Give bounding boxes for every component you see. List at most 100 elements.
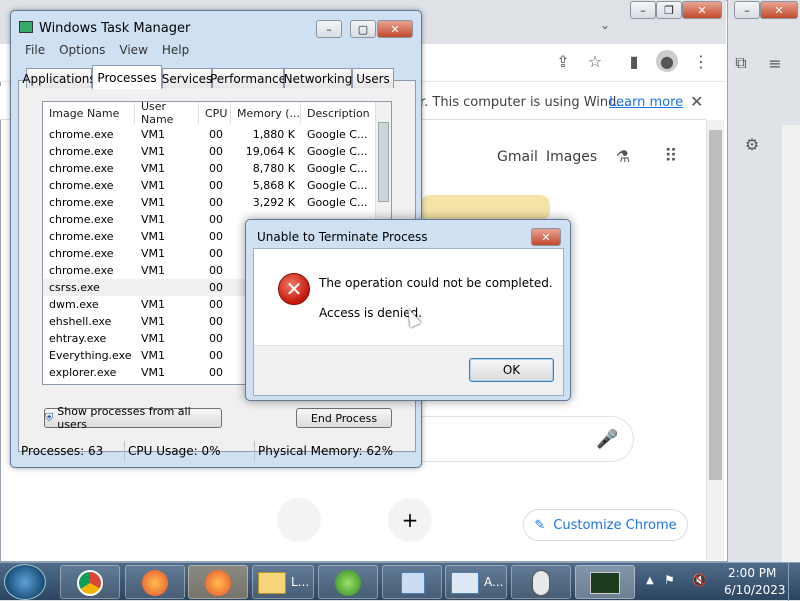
action-center-icon[interactable]: ⚑: [664, 573, 675, 587]
show-desktop-button[interactable]: [788, 563, 800, 601]
customize-chrome-button[interactable]: ✎ Customize Chrome: [523, 509, 688, 541]
profile-icon[interactable]: ●: [656, 50, 678, 72]
process-list-scroll-thumb[interactable]: [378, 122, 389, 202]
chrome-minimize-button[interactable]: –: [630, 1, 656, 19]
settings-icon[interactable]: ⚙: [741, 133, 763, 155]
cell-cpu: 00: [209, 213, 223, 226]
show-all-processes-button[interactable]: ⛨ Show processes from all users: [44, 405, 222, 431]
table-row[interactable]: chrome.exe VM1 00 1,880 K Google C...: [43, 126, 375, 143]
col-image-name[interactable]: Image Name: [43, 102, 135, 124]
task-manager-title: Windows Task Manager: [39, 21, 191, 36]
cell-name: chrome.exe: [49, 213, 114, 226]
extensions-icon[interactable]: ⧉: [730, 52, 752, 74]
cell-cpu: 00: [209, 332, 223, 345]
folder-icon: [258, 572, 286, 594]
col-user-name[interactable]: User Name: [135, 100, 199, 126]
images-link[interactable]: Images: [546, 149, 597, 165]
taskbar-explorer-item[interactable]: L...: [252, 565, 314, 599]
col-cpu[interactable]: CPU: [199, 102, 231, 124]
tab-users[interactable]: Users: [352, 68, 394, 88]
taskbar-firefox-icon[interactable]: [125, 565, 185, 599]
table-row[interactable]: chrome.exe VM1 00 5,868 K Google C...: [43, 177, 375, 194]
minimize-button-2[interactable]: –: [734, 1, 760, 19]
table-row[interactable]: chrome.exe VM1 00 3,292 K Google C...: [43, 194, 375, 211]
dialog-close-button[interactable]: ✕: [531, 228, 561, 246]
col-description[interactable]: Description: [301, 102, 375, 124]
cell-cpu: 00: [209, 281, 223, 294]
close-button-2[interactable]: ✕: [760, 1, 798, 19]
cell-cpu: 00: [209, 230, 223, 243]
tm-menubar: File Options View Help: [25, 43, 189, 57]
add-shortcut-plus-icon[interactable]: +: [388, 498, 432, 542]
tab-applications[interactable]: Applications: [22, 68, 96, 88]
tab-networking[interactable]: Networking: [284, 68, 352, 88]
gmail-link[interactable]: Gmail: [497, 149, 538, 165]
cell-mem: 1,880 K: [252, 128, 295, 141]
mic-icon[interactable]: 🎤: [596, 429, 618, 450]
show-hidden-icons[interactable]: ▲: [646, 575, 654, 586]
clock-date[interactable]: 6/10/2023: [724, 583, 786, 597]
chrome-scrollbar-thumb[interactable]: [709, 130, 722, 480]
error-icon: ✕: [278, 273, 310, 305]
right-scrollbar[interactable]: [782, 125, 800, 565]
ok-button[interactable]: OK: [469, 358, 554, 382]
chrome-close-button[interactable]: ✕: [682, 1, 722, 19]
cell-user: VM1: [141, 349, 166, 362]
table-row[interactable]: chrome.exe VM1 00 19,064 K Google C...: [43, 143, 375, 160]
menu-options[interactable]: Options: [59, 43, 105, 57]
cell-name: chrome.exe: [49, 230, 114, 243]
labs-icon[interactable]: ⚗: [612, 145, 634, 167]
chrome-maximize-button[interactable]: ❐: [656, 1, 682, 19]
cell-name: chrome.exe: [49, 264, 114, 277]
chrome-scrollbar[interactable]: [706, 120, 724, 560]
menu-help[interactable]: Help: [162, 43, 189, 57]
cell-cpu: 00: [209, 128, 223, 141]
tm-minimize-button[interactable]: –: [316, 20, 342, 38]
cell-name: chrome.exe: [49, 247, 114, 260]
taskbar-task-manager-icon[interactable]: [575, 565, 635, 599]
cell-desc: Google C...: [307, 162, 368, 175]
infobar-close-icon[interactable]: ✕: [690, 92, 703, 111]
search-box[interactable]: 🎤: [420, 416, 634, 462]
apps-icon[interactable]: ⠿: [660, 145, 682, 167]
tm-maximize-button[interactable]: ▢: [350, 20, 376, 38]
menu-icon[interactable]: ⋮: [690, 50, 712, 72]
taskbar-app-item[interactable]: A...: [445, 565, 507, 599]
tab-performance[interactable]: Performance: [210, 68, 286, 88]
share-icon[interactable]: ⇪: [552, 50, 574, 72]
shortcut-chrome-web-store[interactable]: [277, 498, 321, 542]
cell-name: ehtray.exe: [49, 332, 107, 345]
cell-cpu: 00: [209, 247, 223, 260]
learn-more-link[interactable]: Learn more: [609, 95, 683, 110]
taskbar-chrome-icon[interactable]: [60, 565, 120, 599]
taskbar-firefox-icon-2[interactable]: [188, 565, 248, 599]
cell-cpu: 00: [209, 349, 223, 362]
cell-cpu: 00: [209, 264, 223, 277]
tm-close-button[interactable]: ✕: [377, 20, 413, 38]
tab-search-chevron-icon[interactable]: ⌄: [594, 14, 616, 36]
clock-time[interactable]: 2:00 PM: [728, 566, 776, 580]
show-all-processes-label: Show processes from all users: [57, 405, 191, 431]
dialog-title: Unable to Terminate Process: [257, 230, 428, 244]
volume-muted-icon[interactable]: 🔇: [692, 573, 707, 587]
cell-user: VM1: [141, 128, 166, 141]
end-process-button[interactable]: End Process: [296, 408, 392, 428]
col-memory[interactable]: Memory (...: [231, 102, 301, 124]
sidepanel-icon[interactable]: ▮: [623, 50, 645, 72]
google-doodle[interactable]: [420, 195, 550, 221]
taskbar-media-center-icon[interactable]: [318, 565, 378, 599]
table-row[interactable]: chrome.exe VM1 00 8,780 K Google C...: [43, 160, 375, 177]
start-button[interactable]: [4, 564, 46, 600]
taskbar-control-panel-icon[interactable]: [382, 565, 442, 599]
menu-icon-2[interactable]: ≡: [764, 52, 786, 74]
menu-view[interactable]: View: [119, 43, 147, 57]
cell-user: VM1: [141, 366, 166, 379]
taskbar-mouse-icon[interactable]: [511, 565, 571, 599]
tab-processes[interactable]: Processes: [92, 65, 162, 89]
tm-statusbar: Processes: 63 CPU Usage: 0% Physical Mem…: [18, 441, 416, 461]
cell-cpu: 00: [209, 196, 223, 209]
star-icon[interactable]: ☆: [584, 50, 606, 72]
tab-services[interactable]: Services: [162, 68, 212, 88]
menu-file[interactable]: File: [25, 43, 45, 57]
cell-user: VM1: [141, 315, 166, 328]
